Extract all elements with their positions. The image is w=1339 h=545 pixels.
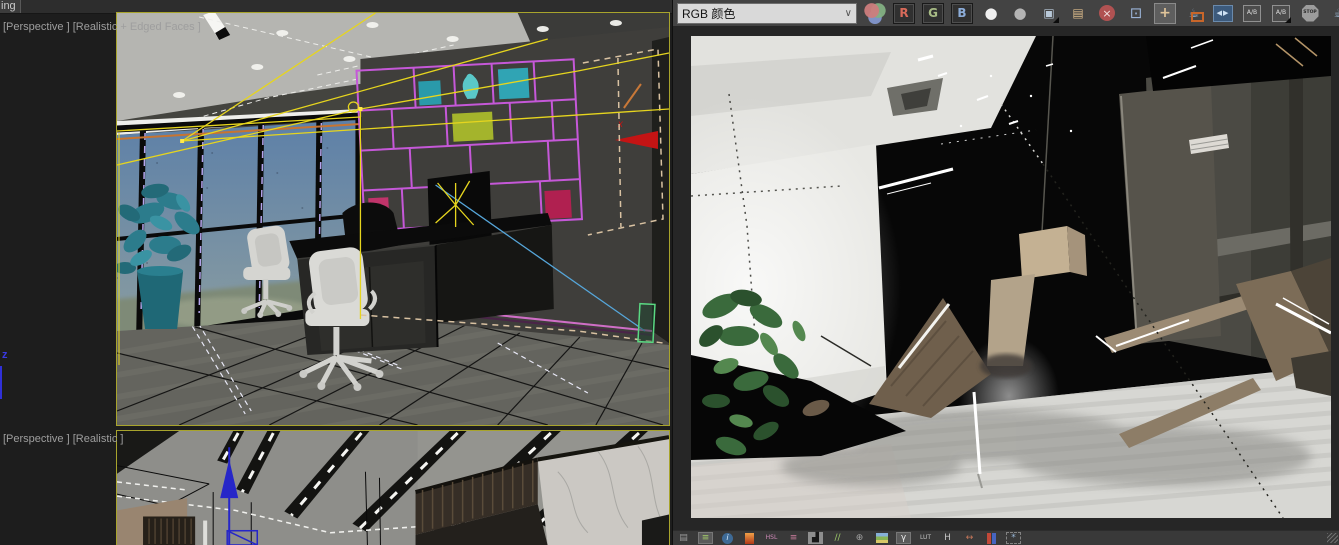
- vfb-top-toolbar-icons: RGB ● ● ▣ ▤ × ⊡ + ☕ ◀▶ A/B A/B STOP ☕: [864, 2, 1339, 24]
- pixel-info-icon[interactable]: i: [720, 532, 735, 544]
- stop-render-icon[interactable]: STOP: [1299, 3, 1321, 24]
- exposure-icon[interactable]: [742, 532, 757, 544]
- vfb-toolbar: RGB 颜色 ∨ RGB ● ● ▣ ▤ × ⊡ + ☕ ◀▶ A/B A/B STOP ☕: [673, 0, 1339, 27]
- open-image-icon[interactable]: ▤: [1067, 3, 1089, 24]
- viewport-bottom[interactable]: [116, 430, 670, 545]
- channel-select-value: RGB 颜色: [682, 6, 736, 21]
- clear-image-icon[interactable]: ×: [1096, 3, 1118, 24]
- viewport-bottom-label[interactable]: [Perspective ] [Realistic ]: [3, 433, 123, 445]
- green-channel-button[interactable]: G: [922, 2, 944, 24]
- color-balance-icon[interactable]: ≡: [786, 532, 801, 544]
- duplicate-to-host-icon[interactable]: ⊡: [1125, 3, 1147, 24]
- red-channel-button[interactable]: R: [893, 2, 915, 24]
- vfb-bottom-toolbar-icons: ▤ ≡ i HSL ≡ ▟ // ⊕ γ LUT H ↔ *: [676, 532, 1021, 544]
- blue-channel-button[interactable]: B: [951, 2, 973, 24]
- track-mouse-icon[interactable]: +: [1154, 2, 1176, 24]
- viewport-top-scene: x: [117, 13, 669, 425]
- background-image-icon[interactable]: [874, 532, 889, 544]
- axis-gizmo-z-label: z: [2, 349, 8, 361]
- ab-compare-vertical-icon[interactable]: A/B: [1270, 3, 1292, 24]
- navigation-icon[interactable]: ⊕: [852, 532, 867, 544]
- viewport-bottom-scene: [117, 431, 669, 545]
- lut-icon[interactable]: LUT: [918, 532, 933, 544]
- app-window: ing [Perspective ] [Realistic + Edged Fa…: [0, 0, 1339, 545]
- vfb-canvas: [673, 27, 1339, 530]
- resize-grip[interactable]: [1327, 533, 1338, 543]
- menu-item-fragment[interactable]: ing: [0, 0, 21, 13]
- render-last-icon[interactable]: ☕: [1183, 3, 1205, 24]
- ab-split-icon[interactable]: ◀▶: [1212, 3, 1234, 24]
- viewport-area: ing [Perspective ] [Realistic + Edged Fa…: [0, 0, 672, 545]
- x-axis-label: x: [617, 119, 624, 130]
- axis-gizmo-z-line: [0, 366, 2, 399]
- layers-icon[interactable]: ≡: [698, 532, 713, 544]
- alpha-channel-icon[interactable]: ●: [980, 3, 1002, 24]
- show-corrections-panel-icon[interactable]: ▤: [676, 532, 691, 544]
- vfb-bottom-toolbar: ▤ ≡ i HSL ≡ ▟ // ⊕ γ LUT H ↔ *: [673, 530, 1339, 545]
- freeze-icon[interactable]: *: [1006, 532, 1021, 544]
- histogram-icon[interactable]: H: [940, 532, 955, 544]
- hsl-icon[interactable]: HSL: [764, 532, 779, 544]
- monochrome-icon[interactable]: ●: [1009, 3, 1031, 24]
- color-clamp-icon[interactable]: [984, 532, 999, 544]
- chevron-down-icon: ∨: [844, 7, 852, 19]
- white-balance-icon[interactable]: //: [830, 532, 845, 544]
- levels-icon[interactable]: ▟: [808, 532, 823, 544]
- channel-select[interactable]: RGB 颜色 ∨: [677, 2, 857, 24]
- save-image-icon[interactable]: ▣: [1038, 3, 1060, 24]
- render-teapot-icon[interactable]: ☕: [1328, 3, 1339, 24]
- render-scene: [691, 36, 1331, 518]
- viewport-top[interactable]: x: [116, 12, 670, 426]
- rgb-circles-icon[interactable]: [864, 2, 886, 24]
- menu-item-text: ing: [1, 0, 16, 12]
- ab-compare-horizontal-icon[interactable]: A/B: [1241, 3, 1263, 24]
- render-frame-buffer: RGB 颜色 ∨ RGB ● ● ▣ ▤ × ⊡ + ☕ ◀▶ A/B A/B STOP ☕: [672, 0, 1339, 545]
- viewport-top-label[interactable]: [Perspective ] [Realistic + Edged Faces …: [3, 21, 201, 33]
- display-correction-icon[interactable]: γ: [896, 532, 911, 544]
- rendered-image[interactable]: [691, 36, 1331, 518]
- compare-wipe-icon[interactable]: ↔: [962, 532, 977, 544]
